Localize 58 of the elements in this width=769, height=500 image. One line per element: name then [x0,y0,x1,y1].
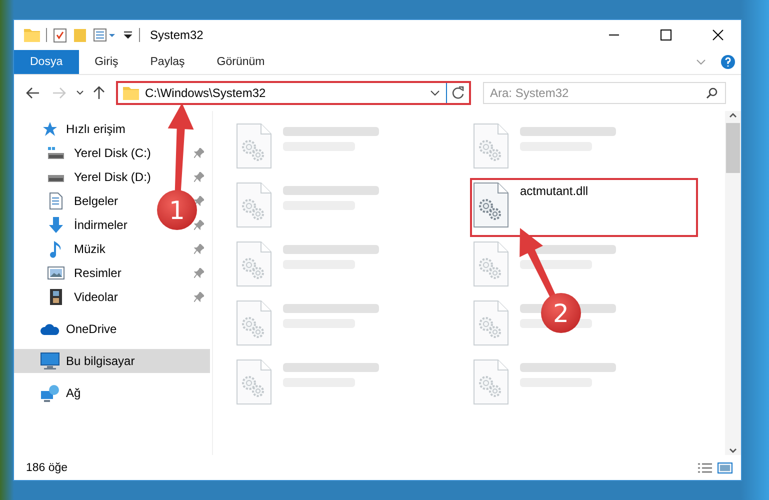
nav-item[interactable]: Müzik [46,238,106,260]
nav-item[interactable]: Resimler [46,262,122,284]
drive-icon [47,146,65,160]
up-arrow-icon [93,86,105,100]
document-icon [49,192,63,210]
monitor-icon [40,352,60,370]
nav-item[interactable]: Ağ [40,382,81,404]
item-count: 186 öğe [26,462,68,474]
search-field[interactable]: Ara: System32 [483,82,726,104]
file-name: actmutant.dll [520,184,588,198]
scrollbar[interactable] [725,111,741,455]
picture-icon [47,266,65,280]
music-note-icon [49,240,63,258]
dropdown-icon[interactable] [123,30,133,40]
details-view-icon[interactable] [697,462,713,474]
left-arrow-icon [26,87,40,99]
window-title: System32 [150,28,204,42]
pin-icon[interactable] [194,292,204,302]
scroll-thumb[interactable] [726,123,740,173]
address-field[interactable]: C:\Windows\System32 [116,81,471,105]
nav-item[interactable]: OneDrive [40,318,117,340]
ribbon-tab[interactable]: Görünüm [200,50,281,74]
properties-icon[interactable] [93,28,117,42]
right-arrow-icon [52,87,66,99]
star-icon [42,121,58,137]
pin-icon[interactable] [194,244,204,254]
pin-icon[interactable] [194,196,204,206]
close-icon [712,29,724,41]
nav-item[interactable]: İndirmeler [46,214,128,236]
down-arrow-icon [48,216,64,234]
pin-icon[interactable] [194,220,204,230]
step-number-badge: 1 [157,190,197,230]
nav-item[interactable]: Yerel Disk (C:) [46,142,151,164]
ribbon-tab[interactable]: Paylaş [134,50,201,74]
nav-item[interactable]: Hızlı erişim [40,118,126,140]
search-icon [706,87,718,99]
cloud-icon [40,322,60,336]
help-icon[interactable] [721,55,735,69]
pin-icon[interactable] [194,148,204,158]
chevron-down-icon[interactable] [430,89,440,97]
maximize-icon [660,29,672,41]
ribbon-tab[interactable]: Giriş [78,50,134,74]
ribbon-tab[interactable]: Dosya [14,50,79,74]
pin-icon[interactable] [194,268,204,278]
network-icon [40,384,60,402]
checklist-icon[interactable] [53,27,67,43]
nav-item[interactable]: Bu bilgisayar [40,350,135,372]
folder-icon [123,86,139,100]
step-number-badge: 2 [541,293,581,333]
film-icon [49,288,63,306]
address-path: C:\Windows\System32 [145,86,267,100]
caret-icon [76,90,84,96]
pin-icon[interactable] [194,172,204,182]
folder-icon [24,28,40,42]
nav-item[interactable]: Videolar [46,286,118,308]
nav-item[interactable]: Belgeler [46,190,118,212]
nav-item[interactable]: Yerel Disk (D:) [46,166,151,188]
large-icons-view-icon[interactable] [717,462,733,474]
